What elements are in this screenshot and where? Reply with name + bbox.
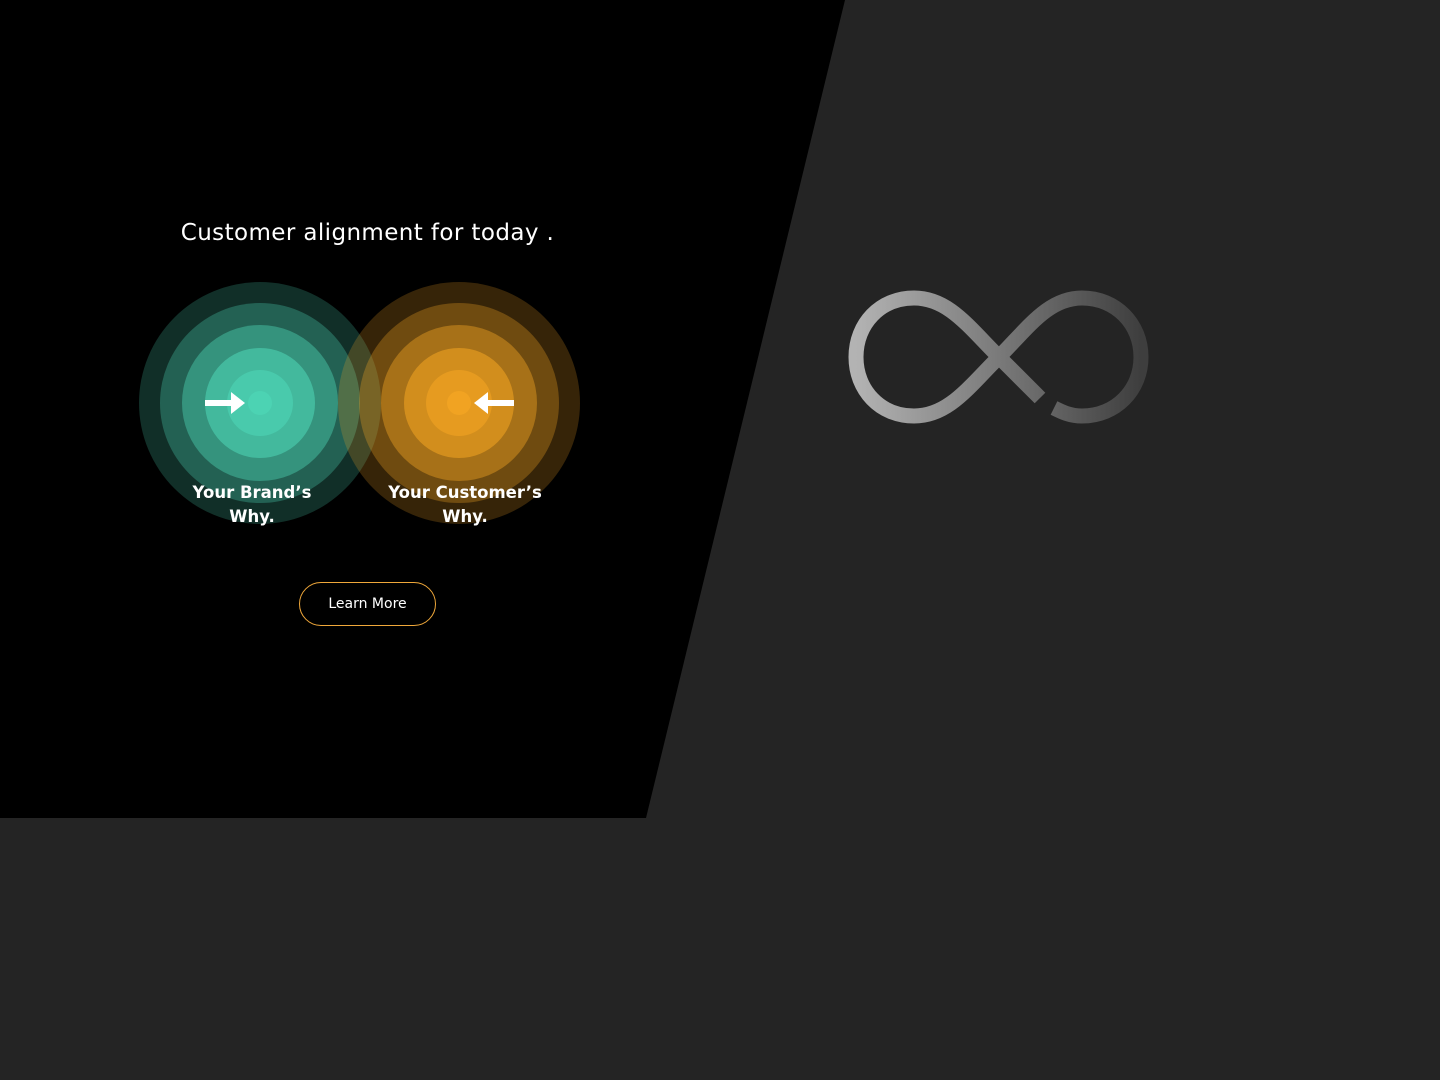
page: Customer alignment for today . Your Bran… — [0, 0, 1440, 1080]
alignment-rings-graphic — [139, 282, 580, 524]
customer-why-label: Your Customer’s Why. — [388, 483, 542, 526]
learn-more-button[interactable]: Learn More — [299, 582, 436, 626]
brand-why-label: Your Brand’s Why. — [192, 483, 312, 526]
infinity-logo-icon — [848, 290, 1149, 424]
